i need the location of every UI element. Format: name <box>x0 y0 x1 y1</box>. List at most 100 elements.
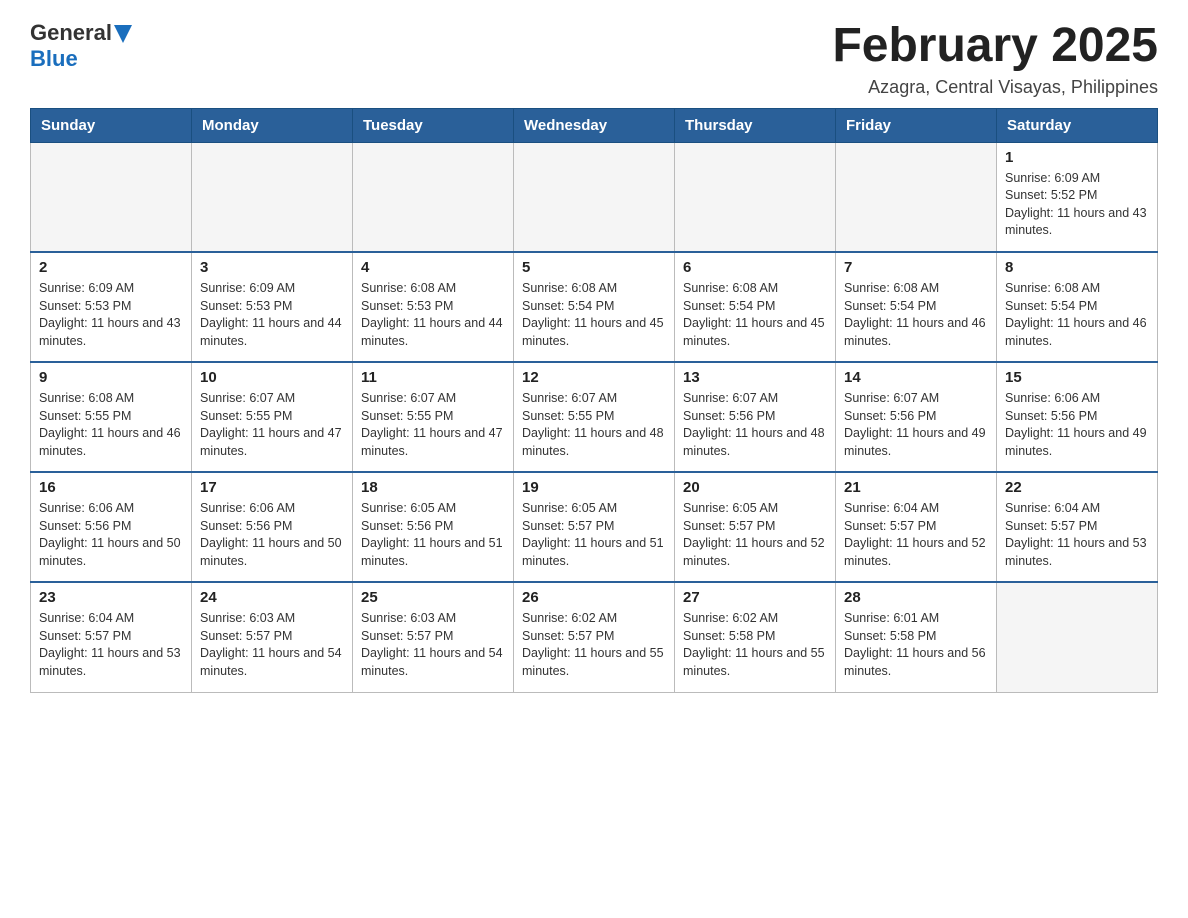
calendar-day-cell <box>514 142 675 252</box>
calendar-day-cell: 17 Sunrise: 6:06 AMSunset: 5:56 PMDayligh… <box>192 472 353 582</box>
day-number: 27 <box>683 589 827 606</box>
day-number: 24 <box>200 589 344 606</box>
day-of-week-header: Wednesday <box>514 108 675 142</box>
calendar-day-cell: 20 Sunrise: 6:05 AMSunset: 5:57 PMDayligh… <box>675 472 836 582</box>
calendar-day-cell: 23 Sunrise: 6:04 AMSunset: 5:57 PMDayligh… <box>31 582 192 692</box>
calendar-day-cell: 13 Sunrise: 6:07 AMSunset: 5:56 PMDayligh… <box>675 362 836 472</box>
calendar-day-cell: 7Sunrise: 6:08 AMSunset: 5:54 PMDaylight… <box>836 252 997 362</box>
day-info: Sunrise: 6:06 AMSunset: 5:56 PMDaylight:… <box>200 500 344 570</box>
month-title: February 2025 <box>832 20 1158 73</box>
day-info: Sunrise: 6:06 AMSunset: 5:56 PMDaylight:… <box>1005 390 1149 460</box>
calendar-week-row: 1 Sunrise: 6:09 AMSunset: 5:52 PMDaylight… <box>31 142 1158 252</box>
calendar-day-cell: 25 Sunrise: 6:03 AMSunset: 5:57 PMDayligh… <box>353 582 514 692</box>
day-of-week-header: Friday <box>836 108 997 142</box>
day-number: 20 <box>683 479 827 496</box>
calendar-day-cell <box>353 142 514 252</box>
day-number: 26 <box>522 589 666 606</box>
day-info: Sunrise: 6:09 AMSunset: 5:53 PMDaylight:… <box>39 280 183 350</box>
calendar-day-cell: 28 Sunrise: 6:01 AMSunset: 5:58 PMDayligh… <box>836 582 997 692</box>
day-info: Sunrise: 6:03 AMSunset: 5:57 PMDaylight:… <box>361 610 505 680</box>
calendar-day-cell <box>836 142 997 252</box>
calendar-day-cell: 5 Sunrise: 6:08 AMSunset: 5:54 PMDaylight… <box>514 252 675 362</box>
calendar-day-cell: 6Sunrise: 6:08 AMSunset: 5:54 PMDaylight… <box>675 252 836 362</box>
day-info: Sunrise: 6:09 AMSunset: 5:53 PMDaylight:… <box>200 280 344 350</box>
calendar-day-cell: 4 Sunrise: 6:08 AMSunset: 5:53 PMDaylight… <box>353 252 514 362</box>
day-number: 14 <box>844 369 988 386</box>
day-info: Sunrise: 6:05 AMSunset: 5:56 PMDaylight:… <box>361 500 505 570</box>
day-info: Sunrise: 6:07 AMSunset: 5:55 PMDaylight:… <box>200 390 344 460</box>
day-number: 1 <box>1005 149 1149 166</box>
day-info: Sunrise: 6:03 AMSunset: 5:57 PMDaylight:… <box>200 610 344 680</box>
day-number: 28 <box>844 589 988 606</box>
calendar-day-cell: 27 Sunrise: 6:02 AMSunset: 5:58 PMDayligh… <box>675 582 836 692</box>
day-number: 11 <box>361 369 505 386</box>
day-number: 19 <box>522 479 666 496</box>
logo-text-general: General <box>30 20 112 46</box>
calendar-day-cell: 18Sunrise: 6:05 AMSunset: 5:56 PMDayligh… <box>353 472 514 582</box>
day-number: 9 <box>39 369 183 386</box>
day-info: Sunrise: 6:04 AMSunset: 5:57 PMDaylight:… <box>844 500 988 570</box>
day-number: 10 <box>200 369 344 386</box>
day-number: 5 <box>522 259 666 276</box>
calendar-week-row: 2 Sunrise: 6:09 AMSunset: 5:53 PMDaylight… <box>31 252 1158 362</box>
day-of-week-header: Tuesday <box>353 108 514 142</box>
day-info: Sunrise: 6:08 AMSunset: 5:54 PMDaylight:… <box>844 280 988 350</box>
calendar-day-cell <box>192 142 353 252</box>
day-number: 13 <box>683 369 827 386</box>
day-info: Sunrise: 6:09 AMSunset: 5:52 PMDaylight:… <box>1005 170 1149 240</box>
calendar-day-cell <box>997 582 1158 692</box>
day-info: Sunrise: 6:08 AMSunset: 5:54 PMDaylight:… <box>522 280 666 350</box>
day-of-week-header: Saturday <box>997 108 1158 142</box>
day-number: 16 <box>39 479 183 496</box>
calendar-day-cell: 11Sunrise: 6:07 AMSunset: 5:55 PMDayligh… <box>353 362 514 472</box>
day-number: 4 <box>361 259 505 276</box>
location: Azagra, Central Visayas, Philippines <box>832 77 1158 98</box>
calendar-day-cell: 16Sunrise: 6:06 AMSunset: 5:56 PMDayligh… <box>31 472 192 582</box>
day-info: Sunrise: 6:07 AMSunset: 5:56 PMDaylight:… <box>844 390 988 460</box>
logo-arrow-icon <box>114 25 132 43</box>
day-number: 2 <box>39 259 183 276</box>
day-of-week-header: Sunday <box>31 108 192 142</box>
day-info: Sunrise: 6:04 AMSunset: 5:57 PMDaylight:… <box>39 610 183 680</box>
day-number: 15 <box>1005 369 1149 386</box>
calendar-day-cell: 21 Sunrise: 6:04 AMSunset: 5:57 PMDayligh… <box>836 472 997 582</box>
day-info: Sunrise: 6:07 AMSunset: 5:55 PMDaylight:… <box>522 390 666 460</box>
calendar-day-cell: 24 Sunrise: 6:03 AMSunset: 5:57 PMDayligh… <box>192 582 353 692</box>
logo: General Blue <box>30 20 132 72</box>
calendar-day-cell: 15 Sunrise: 6:06 AMSunset: 5:56 PMDayligh… <box>997 362 1158 472</box>
calendar-day-cell <box>31 142 192 252</box>
day-number: 25 <box>361 589 505 606</box>
calendar-header-row: SundayMondayTuesdayWednesdayThursdayFrid… <box>31 108 1158 142</box>
day-info: Sunrise: 6:07 AMSunset: 5:56 PMDaylight:… <box>683 390 827 460</box>
calendar-week-row: 23 Sunrise: 6:04 AMSunset: 5:57 PMDayligh… <box>31 582 1158 692</box>
day-number: 12 <box>522 369 666 386</box>
calendar-week-row: 16 Sunrise: 6:06 AMSunset: 5:56 PMDayligh… <box>31 472 1158 582</box>
day-of-week-header: Thursday <box>675 108 836 142</box>
day-info: Sunrise: 6:04 AMSunset: 5:57 PMDaylight:… <box>1005 500 1149 570</box>
calendar-week-row: 9 Sunrise: 6:08 AMSunset: 5:55 PMDaylight… <box>31 362 1158 472</box>
logo-text-blue: Blue <box>30 46 78 71</box>
calendar-day-cell: 22Sunrise: 6:04 AMSunset: 5:57 PMDayligh… <box>997 472 1158 582</box>
day-info: Sunrise: 6:08 AMSunset: 5:53 PMDaylight:… <box>361 280 505 350</box>
title-block: February 2025 Azagra, Central Visayas, P… <box>832 20 1158 98</box>
calendar-day-cell: 9 Sunrise: 6:08 AMSunset: 5:55 PMDaylight… <box>31 362 192 472</box>
day-info: Sunrise: 6:01 AMSunset: 5:58 PMDaylight:… <box>844 610 988 680</box>
calendar-day-cell: 12 Sunrise: 6:07 AMSunset: 5:55 PMDayligh… <box>514 362 675 472</box>
day-number: 17 <box>200 479 344 496</box>
calendar-day-cell: 14 Sunrise: 6:07 AMSunset: 5:56 PMDayligh… <box>836 362 997 472</box>
calendar-day-cell: 26Sunrise: 6:02 AMSunset: 5:57 PMDayligh… <box>514 582 675 692</box>
day-number: 8 <box>1005 259 1149 276</box>
day-number: 23 <box>39 589 183 606</box>
day-info: Sunrise: 6:08 AMSunset: 5:55 PMDaylight:… <box>39 390 183 460</box>
calendar-day-cell: 10 Sunrise: 6:07 AMSunset: 5:55 PMDayligh… <box>192 362 353 472</box>
calendar-day-cell: 8 Sunrise: 6:08 AMSunset: 5:54 PMDaylight… <box>997 252 1158 362</box>
day-number: 21 <box>844 479 988 496</box>
calendar-day-cell: 1 Sunrise: 6:09 AMSunset: 5:52 PMDaylight… <box>997 142 1158 252</box>
day-info: Sunrise: 6:08 AMSunset: 5:54 PMDaylight:… <box>1005 280 1149 350</box>
day-info: Sunrise: 6:05 AMSunset: 5:57 PMDaylight:… <box>683 500 827 570</box>
day-info: Sunrise: 6:02 AMSunset: 5:58 PMDaylight:… <box>683 610 827 680</box>
day-info: Sunrise: 6:08 AMSunset: 5:54 PMDaylight:… <box>683 280 827 350</box>
calendar-day-cell: 19 Sunrise: 6:05 AMSunset: 5:57 PMDayligh… <box>514 472 675 582</box>
day-info: Sunrise: 6:05 AMSunset: 5:57 PMDaylight:… <box>522 500 666 570</box>
calendar-day-cell: 2 Sunrise: 6:09 AMSunset: 5:53 PMDaylight… <box>31 252 192 362</box>
